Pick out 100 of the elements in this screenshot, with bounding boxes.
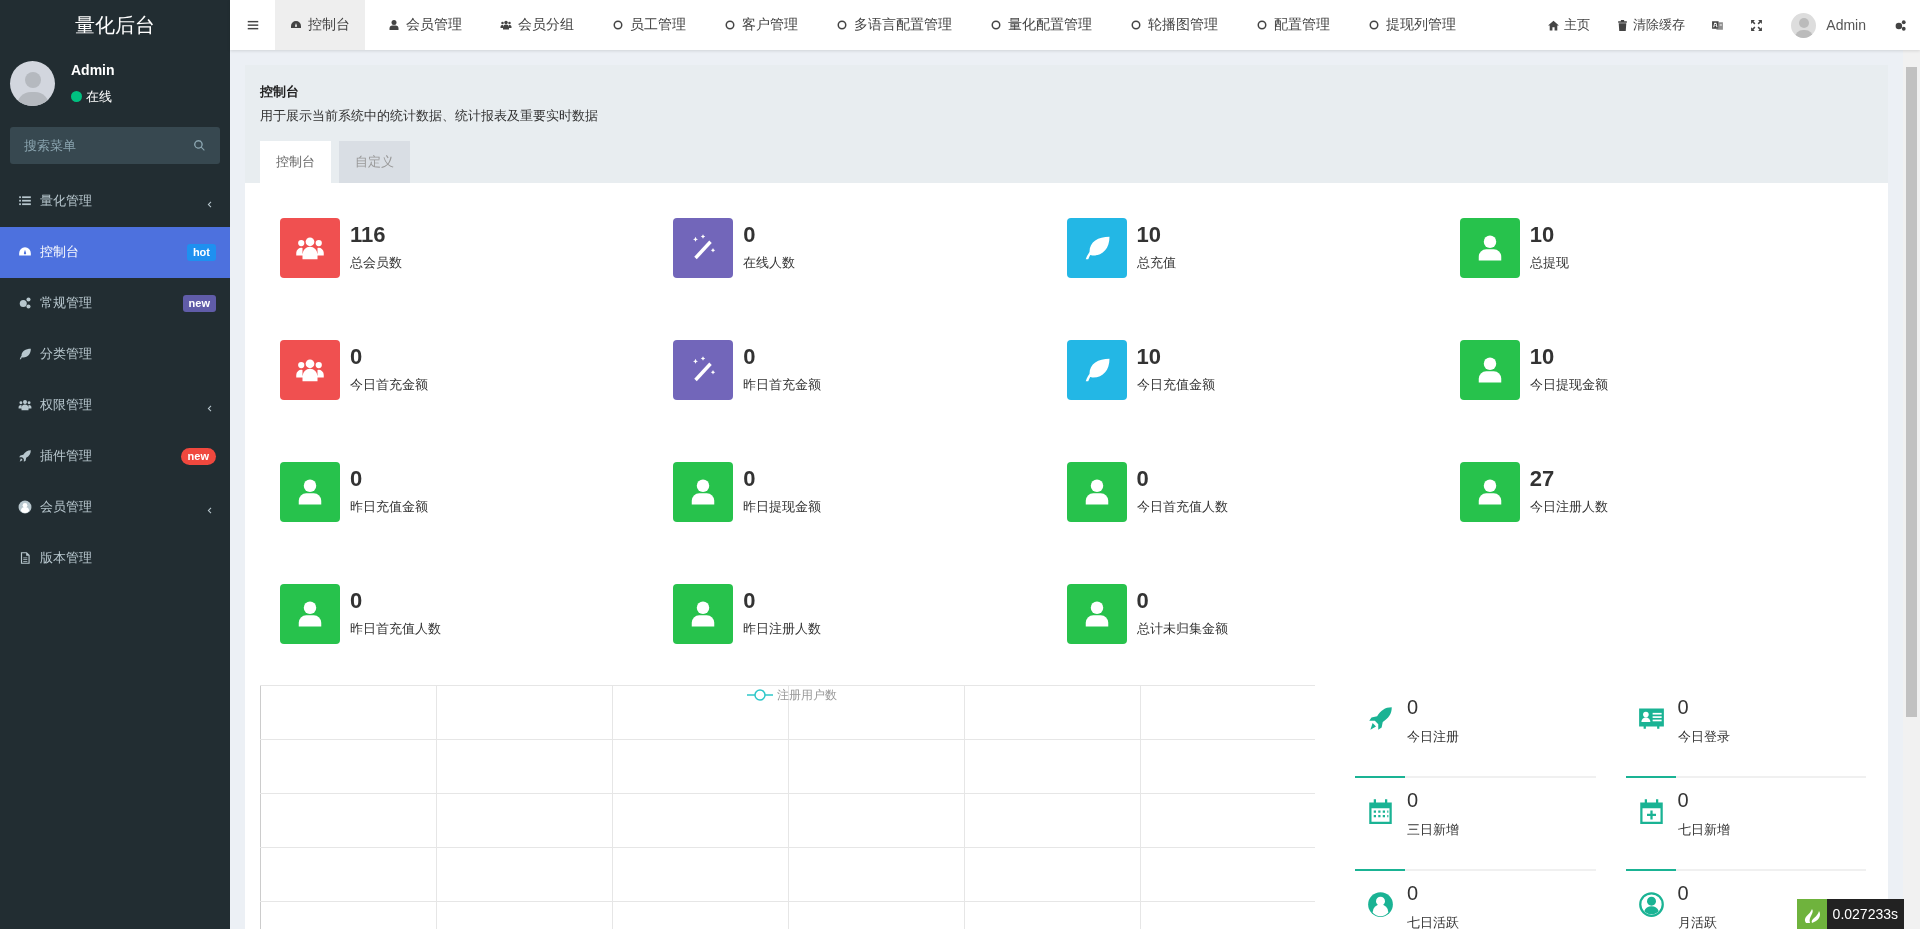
stat-label: 昨日首充值人数 — [350, 620, 441, 638]
nav-tab[interactable]: 量化配置管理 — [975, 0, 1107, 50]
app-logo: 量化后台 — [75, 13, 155, 38]
debug-toolbar[interactable]: 0.027233s — [1796, 899, 1904, 929]
stat-value: 0 — [743, 221, 757, 249]
stat-value: 0 — [350, 465, 364, 493]
stat-value: 0 — [1677, 695, 1690, 719]
stat-value: 0 — [1677, 881, 1690, 905]
panel-tab[interactable]: 控制台 — [260, 141, 331, 183]
stat-label: 今日充值金额 — [1136, 376, 1215, 394]
gears-icon — [1894, 18, 1907, 32]
search-field[interactable]: 搜索菜单 — [10, 126, 220, 164]
nav-tab[interactable]: 员工管理 — [597, 0, 701, 50]
stat-value: 116 — [350, 221, 387, 249]
scrollbar[interactable] — [1903, 50, 1920, 929]
avatar — [10, 60, 55, 106]
sidebar-item[interactable]: 会员管理 — [0, 481, 230, 533]
stat-label: 昨日充值金额 — [350, 498, 428, 516]
translate-icon — [1711, 18, 1725, 32]
trash-icon — [1616, 18, 1630, 32]
user-circle-icon — [18, 500, 32, 514]
stat-value: 0 — [1407, 881, 1420, 905]
sidebar-item[interactable]: 插件管理 new — [0, 430, 230, 482]
stat-label: 总计未归集金额 — [1136, 620, 1228, 638]
sidebar-item[interactable]: 量化管理 — [0, 175, 230, 227]
menu-label: 插件管理 — [40, 447, 93, 466]
nav-tab[interactable]: 多语言配置管理 — [821, 0, 967, 50]
menu-badge: new — [180, 447, 216, 465]
search-icon — [193, 138, 206, 152]
stat-value: 0 — [743, 587, 757, 615]
stat-label: 昨日提现金额 — [743, 498, 822, 516]
stat-label: 月活跃 — [1677, 914, 1717, 929]
stat-value: 0 — [743, 465, 757, 493]
stat-label: 在线人数 — [743, 254, 796, 272]
nav-tab[interactable]: 客户管理 — [709, 0, 813, 50]
stat-value: 0 — [350, 587, 364, 615]
stat-label: 今日注册 — [1407, 728, 1459, 746]
gauge-icon — [290, 19, 302, 31]
nav-link[interactable]: 主页 — [1534, 0, 1604, 50]
sidebar-item[interactable]: 分类管理 — [0, 328, 230, 380]
stat-label: 昨日注册人数 — [743, 620, 822, 638]
user-circle-icon — [1367, 891, 1394, 918]
panel-description: 用于展示当前系统中的统计数据、统计报表及重要实时数据 — [260, 106, 599, 125]
menu-label: 权限管理 — [40, 396, 93, 415]
chart-legend: 注册用户数 — [777, 686, 837, 704]
gauge-icon — [18, 245, 32, 259]
rocket-icon — [1367, 705, 1394, 732]
panel-title: 控制台 — [260, 83, 300, 101]
sidebar-item[interactable]: 控制台 hot — [0, 226, 230, 278]
stat-value: 10 — [1136, 221, 1162, 249]
menu-label: 控制台 — [40, 243, 80, 262]
nav-tab[interactable]: 会员分组 — [485, 0, 589, 50]
users-icon — [18, 398, 32, 412]
rocket-icon — [18, 449, 32, 463]
stat-label: 今日首充金额 — [350, 376, 428, 394]
menu-label: 版本管理 — [40, 549, 93, 568]
user-icon — [388, 19, 400, 31]
legend-marker-icon — [747, 688, 773, 702]
stat-label: 今日注册人数 — [1529, 498, 1608, 516]
document-icon — [18, 551, 32, 565]
menu-label: 分类管理 — [40, 345, 93, 364]
sidebar-item[interactable]: 权限管理 — [0, 379, 230, 431]
stat-value: 0 — [1136, 587, 1150, 615]
user-menu[interactable]: Admin — [1776, 0, 1881, 50]
nav-tab[interactable]: 提现列管理 — [1353, 0, 1471, 50]
leaf-icon — [18, 347, 32, 361]
stat-label: 总会员数 — [350, 254, 402, 272]
stat-label: 总充值 — [1136, 254, 1176, 272]
menu-label: 常规管理 — [40, 294, 93, 313]
stat-label: 总提现 — [1529, 254, 1569, 272]
users-icon — [500, 19, 512, 31]
stat-label: 三日新增 — [1407, 821, 1459, 839]
calendar-plus-icon — [1637, 798, 1665, 825]
home-icon — [1547, 18, 1561, 32]
nav-tab[interactable]: 配置管理 — [1241, 0, 1345, 50]
expand-icon — [1750, 18, 1764, 32]
sidebar-item[interactable]: 常规管理 new — [0, 277, 230, 329]
menu-label: 量化管理 — [40, 192, 93, 211]
gears-icon — [18, 296, 32, 310]
avatar — [1791, 12, 1817, 38]
nav-tab[interactable]: 会员管理 — [373, 0, 477, 50]
calendar-icon — [1367, 798, 1394, 825]
user-name: Admin — [71, 61, 115, 80]
stat-label: 昨日首充金额 — [743, 376, 822, 394]
stat-label: 今日登录 — [1677, 728, 1730, 746]
id-card-icon — [1637, 705, 1665, 732]
stat-value: 0 — [1407, 788, 1420, 812]
menu-badge: hot — [186, 243, 216, 261]
user-status: 在线 — [86, 88, 112, 106]
nav-link[interactable]: 清除缓存 — [1603, 0, 1699, 50]
sidebar-item[interactable]: 版本管理 — [0, 532, 230, 584]
stat-value: 27 — [1529, 465, 1556, 493]
stat-label: 七日活跃 — [1407, 914, 1459, 929]
nav-tab[interactable]: 轮播图管理 — [1115, 0, 1233, 50]
nav-tab[interactable]: 控制台 — [275, 0, 365, 50]
menu-label: 会员管理 — [40, 498, 93, 517]
list-icon — [18, 194, 32, 208]
trace-time: 0.027233s — [1826, 899, 1904, 929]
menu-badge: new — [182, 294, 216, 312]
stat-value: 10 — [1529, 221, 1556, 249]
